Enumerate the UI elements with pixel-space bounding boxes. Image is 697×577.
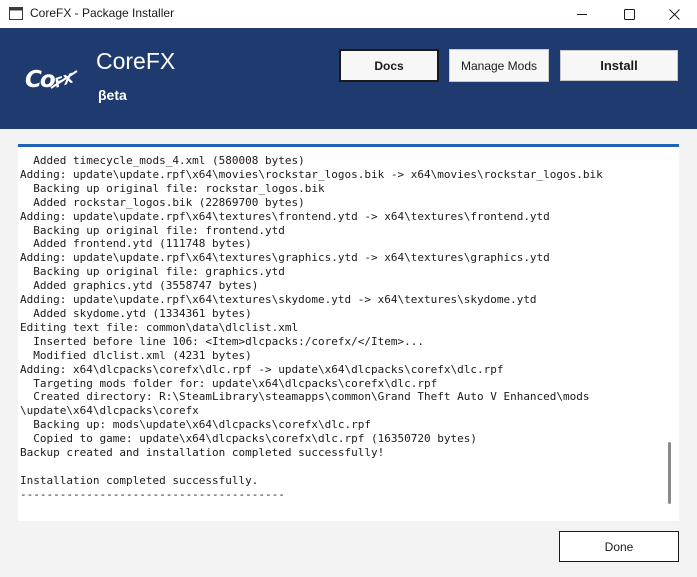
log-text: Added timecycle_mods_4.xml (580008 bytes… bbox=[20, 154, 603, 502]
log-line: Added rockstar_logos.bik (22869700 bytes… bbox=[20, 195, 305, 209]
window-title: CoreFX - Package Installer bbox=[30, 6, 175, 20]
manage-mods-button[interactable]: Manage Mods bbox=[449, 49, 549, 82]
log-line: \update\x64\dlcpacks\corefx bbox=[20, 404, 199, 418]
log-line: Inserted before line 106: <Item>dlcpacks… bbox=[20, 334, 424, 348]
done-button[interactable]: Done bbox=[559, 531, 679, 562]
log-line: Copied to game: update\x64\dlcpacks\core… bbox=[20, 432, 477, 446]
log-line: Added graphics.ytd (3558747 bytes) bbox=[20, 279, 259, 293]
installer-window: CoreFX - Package Installer Co FX CoreFX … bbox=[0, 0, 697, 577]
log-line: Backing up original file: graphics.ytd bbox=[20, 265, 285, 279]
log-line: Adding: update\update.rpf\x64\textures\f… bbox=[20, 209, 550, 223]
log-line: Adding: update\update.rpf\x64\textures\s… bbox=[20, 293, 537, 307]
log-line: Backing up: mods\update\x64\dlcpacks\cor… bbox=[20, 418, 371, 432]
log-line: Targeting mods folder for: update\x64\dl… bbox=[20, 376, 438, 390]
app-name: CoreFX bbox=[96, 48, 176, 74]
log-line: Backing up original file: frontend.ytd bbox=[20, 223, 285, 237]
title-bar[interactable]: CoreFX - Package Installer bbox=[0, 0, 697, 28]
app-window-icon bbox=[9, 7, 23, 20]
log-line: Installation completed successfully. bbox=[20, 473, 259, 487]
install-button[interactable]: Install bbox=[560, 50, 678, 81]
log-line: ---------------------------------------- bbox=[20, 487, 285, 501]
maximize-icon bbox=[623, 8, 635, 20]
log-scrollbar-thumb[interactable] bbox=[668, 442, 671, 504]
log-line: Adding: update\update.rpf\x64\movies\roc… bbox=[20, 167, 603, 181]
close-icon bbox=[668, 8, 680, 20]
close-button[interactable] bbox=[651, 0, 697, 28]
log-line: Editing text file: common\data\dlclist.x… bbox=[20, 320, 299, 334]
log-line: Backup created and installation complete… bbox=[20, 446, 385, 460]
app-version-label: βeta bbox=[98, 87, 127, 103]
log-line: Adding: x64\dlcpacks\corefx\dlc.rpf -> u… bbox=[20, 362, 504, 376]
header-banner: Co FX CoreFX βeta Docs Manage Mods Insta… bbox=[0, 28, 697, 129]
docs-button[interactable]: Docs bbox=[339, 49, 439, 82]
corefx-logo: Co FX bbox=[25, 67, 78, 91]
log-output[interactable]: Added timecycle_mods_4.xml (580008 bytes… bbox=[18, 147, 679, 521]
log-line: Backing up original file: rockstar_logos… bbox=[20, 181, 325, 195]
minimize-icon bbox=[577, 14, 587, 15]
minimize-button[interactable] bbox=[559, 0, 605, 28]
maximize-button[interactable] bbox=[606, 0, 652, 28]
log-line: Added frontend.ytd (111748 bytes) bbox=[20, 237, 252, 251]
log-line: Added timecycle_mods_4.xml (580008 bytes… bbox=[20, 154, 305, 167]
log-line: Modified dlclist.xml (4231 bytes) bbox=[20, 348, 252, 362]
svg-text:Co: Co bbox=[25, 67, 55, 91]
log-line: Adding: update\update.rpf\x64\textures\g… bbox=[20, 251, 550, 265]
log-line: Created directory: R:\SteamLibrary\steam… bbox=[20, 390, 590, 404]
log-line: Added skydome.ytd (1334361 bytes) bbox=[20, 306, 252, 320]
